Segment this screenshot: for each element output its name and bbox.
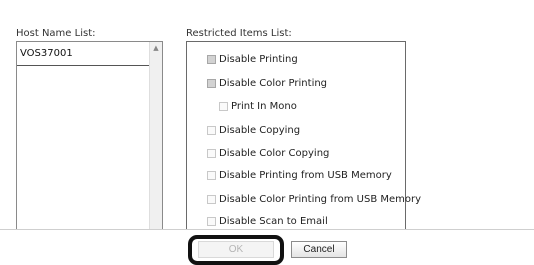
host-list-item-label: VOS37001 [20, 48, 73, 59]
restricted-items-list: Disable Printing Disable Color Printing … [186, 41, 421, 230]
host-name-list[interactable]: VOS37001 ▲ [16, 41, 163, 230]
restricted-item-disable-printing[interactable]: Disable Printing [207, 52, 298, 66]
restricted-item-label: Disable Printing from USB Memory [219, 169, 392, 181]
restricted-item-label: Disable Scan to Email [219, 215, 328, 227]
checkbox-disable-printing-usb[interactable] [207, 170, 216, 180]
scroll-up-arrow-icon[interactable]: ▲ [150, 42, 162, 55]
restricted-item-disable-color-copying[interactable]: Disable Color Copying [207, 146, 329, 160]
restricted-items-list-label: Restricted Items List: [186, 28, 292, 39]
restricted-item-label: Disable Color Printing from USB Memory [219, 193, 422, 205]
restricted-item-label: Disable Color Printing [219, 77, 328, 89]
checkbox-disable-scan-to-email[interactable] [207, 216, 216, 226]
checkbox-disable-color-printing-usb[interactable] [207, 194, 216, 204]
footer-divider [0, 229, 534, 230]
restricted-item-disable-color-printing-usb[interactable]: Disable Color Printing from USB Memory [207, 192, 421, 206]
restricted-item-disable-copying[interactable]: Disable Copying [207, 123, 300, 137]
checkbox-disable-color-copying[interactable] [207, 148, 216, 158]
restricted-item-label: Disable Color Copying [219, 147, 330, 159]
restricted-item-disable-scan-to-email[interactable]: Disable Scan to Email [207, 214, 328, 228]
host-list-scrollbar[interactable]: ▲ [149, 42, 162, 230]
restricted-item-label: Disable Copying [219, 124, 301, 136]
restricted-item-label: Disable Printing [219, 53, 298, 65]
restricted-item-label: Print In Mono [231, 100, 297, 112]
restricted-item-disable-printing-usb[interactable]: Disable Printing from USB Memory [207, 168, 392, 182]
checkbox-disable-color-printing[interactable] [207, 78, 216, 88]
cancel-button[interactable]: Cancel [291, 241, 347, 258]
checkbox-print-in-mono[interactable] [219, 101, 228, 111]
ok-button[interactable]: OK [198, 241, 274, 258]
checkbox-disable-printing[interactable] [207, 54, 216, 64]
restricted-item-print-in-mono[interactable]: Print In Mono [219, 99, 297, 113]
restricted-item-disable-color-printing[interactable]: Disable Color Printing [207, 76, 327, 90]
host-list-item[interactable]: VOS37001 [17, 42, 149, 66]
checkbox-disable-copying[interactable] [207, 125, 216, 135]
host-name-list-label: Host Name List: [16, 28, 96, 39]
